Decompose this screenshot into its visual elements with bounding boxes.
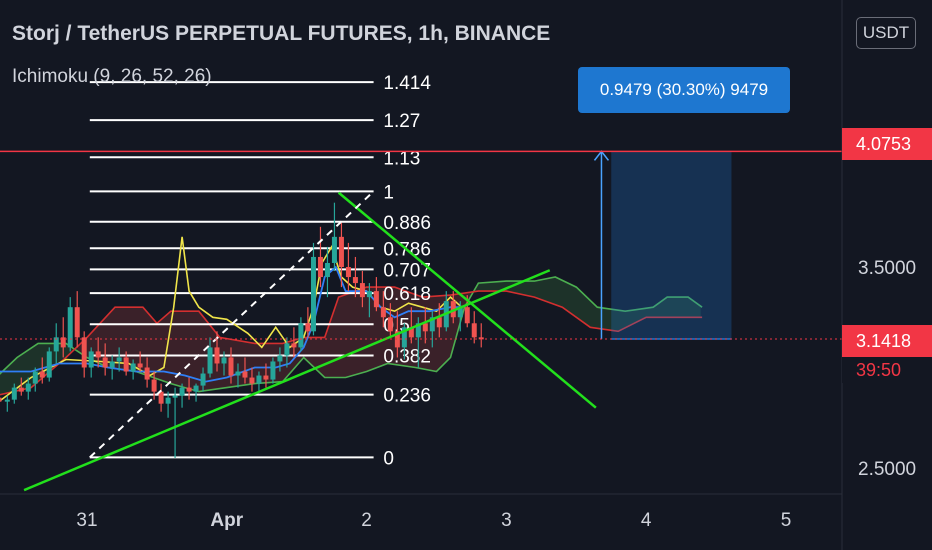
chart-title: Storj / TetherUS PERPETUAL FUTURES, 1h, … <box>12 22 551 45</box>
candle-body <box>270 361 276 380</box>
candle-body <box>0 397 2 402</box>
fib-level-label: 1.414 <box>383 73 431 94</box>
candle-body <box>186 387 192 392</box>
candle-body <box>284 343 290 356</box>
candle-body <box>263 375 269 380</box>
fib-level-label: 0.382 <box>383 346 431 367</box>
time-axis-panel[interactable] <box>0 494 842 550</box>
time-tick-label: 3 <box>501 510 512 531</box>
candle-body <box>39 371 45 378</box>
candle-body <box>464 307 470 324</box>
fib-level-label: 0 <box>383 448 394 469</box>
price-tick-label: 3.5000 <box>858 258 916 279</box>
last-price-tag: 3.1418 <box>842 325 932 357</box>
time-tick-label: 2 <box>361 510 372 531</box>
candle-body <box>18 387 24 392</box>
candle-body <box>116 357 122 362</box>
candle-body <box>338 236 344 267</box>
candle-body <box>345 267 351 278</box>
candle-body <box>256 375 262 384</box>
candle-body <box>317 256 323 278</box>
candle-body <box>67 307 73 348</box>
horizontal-line-price-tag: 4.0753 <box>842 128 932 160</box>
candle-body <box>88 351 94 368</box>
candle-body <box>109 361 115 368</box>
time-tick-label: 4 <box>641 510 652 531</box>
candle-body <box>165 397 171 404</box>
candle-body <box>172 395 178 398</box>
candle-body <box>228 357 234 376</box>
candle-body <box>331 236 337 263</box>
candle-body <box>436 317 442 328</box>
candle-body <box>102 357 108 368</box>
candle-body <box>242 371 248 378</box>
candle-body <box>305 323 311 332</box>
price-range-measure[interactable] <box>593 150 732 340</box>
candle-body <box>4 399 10 402</box>
candle-body <box>123 357 129 372</box>
candle-body <box>471 323 477 338</box>
time-tick-label: Apr <box>210 510 243 531</box>
candle-body <box>207 347 213 374</box>
candle-body <box>25 383 31 392</box>
price-tick-label: 2.5000 <box>858 459 916 480</box>
candle-body <box>380 307 386 318</box>
candle-body <box>81 337 87 368</box>
candle-body <box>214 347 220 364</box>
ichimoku-cloud <box>0 276 703 396</box>
fib-level-label: 0.886 <box>383 213 431 234</box>
candle-body <box>366 291 372 298</box>
candle-body <box>310 256 316 332</box>
time-tick-label: 5 <box>781 510 792 531</box>
candle-body <box>95 351 101 358</box>
candle-body <box>422 323 428 332</box>
candle-body <box>200 373 206 386</box>
indicator-legend[interactable]: Ichimoku (9, 26, 52, 26) <box>12 66 212 88</box>
time-tick-label: 31 <box>76 510 97 531</box>
candle-body <box>11 387 17 400</box>
candle-body <box>249 377 255 384</box>
candle-body <box>137 363 143 368</box>
candle-body <box>151 379 157 392</box>
measure-label: 0.9479 (30.30%) 9479 <box>578 67 790 113</box>
candle-body <box>352 277 358 284</box>
candle-countdown: 39:50 <box>842 357 932 383</box>
candle-body <box>359 283 365 298</box>
candle-body <box>298 323 304 348</box>
candle-body <box>373 291 379 308</box>
fib-level-label: 1 <box>383 182 394 203</box>
fib-level-label: 0.618 <box>383 284 431 305</box>
candle-body <box>46 351 52 378</box>
candle-body <box>144 367 150 380</box>
candle-body <box>387 317 393 332</box>
candle-body <box>74 307 80 338</box>
currency-button[interactable]: USDT <box>856 17 916 49</box>
fib-level-label: 0.236 <box>383 386 431 407</box>
candle-body <box>193 385 199 392</box>
measure-range-box[interactable] <box>611 151 732 339</box>
candle-body <box>32 371 38 384</box>
candle-body <box>324 262 330 278</box>
candle-body <box>221 357 227 364</box>
candle-body <box>291 343 297 348</box>
candle-body <box>235 371 241 376</box>
candle-body <box>130 363 136 372</box>
candle-body <box>277 355 283 362</box>
fib-level-label: 1.27 <box>383 111 420 132</box>
candle-body <box>179 387 185 396</box>
